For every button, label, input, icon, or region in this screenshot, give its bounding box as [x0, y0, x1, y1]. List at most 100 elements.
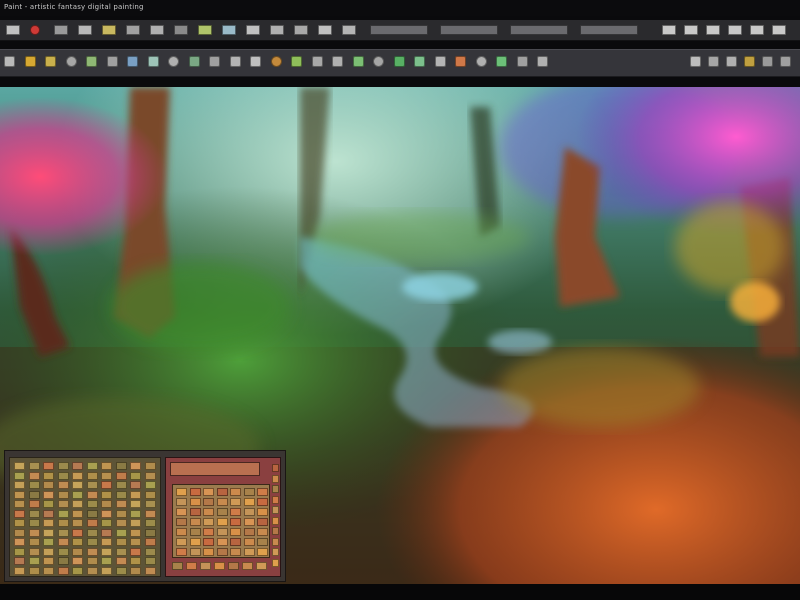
color-swatch[interactable] — [101, 519, 112, 527]
color-swatch[interactable] — [57, 538, 69, 546]
color-swatch[interactable] — [57, 509, 69, 518]
color-swatch[interactable] — [14, 557, 25, 565]
color-swatch[interactable] — [115, 500, 127, 508]
color-swatch[interactable] — [144, 509, 156, 518]
color-swatch[interactable] — [243, 538, 255, 546]
color-swatch[interactable] — [14, 509, 25, 518]
color-swatch[interactable] — [43, 481, 54, 489]
right-tool-button-5[interactable] — [762, 56, 773, 67]
menubar-right-button-2[interactable] — [684, 25, 698, 35]
color-swatch[interactable] — [14, 490, 25, 499]
tool-button-11[interactable] — [209, 56, 220, 67]
color-swatch[interactable] — [216, 508, 228, 516]
color-swatch[interactable] — [144, 528, 156, 537]
color-swatch[interactable] — [203, 518, 214, 526]
right-tool-button-2[interactable] — [708, 56, 719, 67]
color-swatch[interactable] — [230, 488, 241, 496]
menubar-button-15[interactable] — [342, 25, 356, 35]
color-swatch[interactable] — [242, 562, 253, 570]
color-swatch[interactable] — [257, 528, 268, 536]
tool-button-10[interactable] — [188, 56, 200, 67]
color-swatch[interactable] — [243, 528, 255, 536]
tool-button-17[interactable] — [332, 56, 343, 67]
color-swatch[interactable] — [130, 538, 141, 546]
color-swatch[interactable] — [257, 538, 268, 546]
menubar-field-2[interactable] — [440, 25, 498, 35]
color-swatch[interactable] — [101, 557, 112, 565]
color-swatch[interactable] — [14, 481, 25, 489]
tool-button-7[interactable] — [127, 56, 138, 67]
color-swatch[interactable] — [272, 548, 279, 556]
tool-button-3[interactable] — [45, 56, 56, 67]
menubar-button-8[interactable] — [174, 25, 188, 35]
color-swatch[interactable] — [228, 562, 239, 570]
color-swatch[interactable] — [230, 548, 241, 556]
color-swatch[interactable] — [144, 519, 156, 527]
color-swatch[interactable] — [43, 471, 54, 480]
color-swatch[interactable] — [72, 500, 83, 508]
color-swatch[interactable] — [57, 490, 69, 499]
color-swatch[interactable] — [243, 548, 255, 556]
color-swatch[interactable] — [57, 471, 69, 480]
color-swatch[interactable] — [28, 566, 40, 575]
menubar-button-6[interactable] — [126, 25, 140, 35]
color-swatch[interactable] — [43, 462, 54, 470]
color-swatch[interactable] — [28, 462, 40, 470]
color-swatch[interactable] — [272, 506, 279, 514]
menubar-button-12[interactable] — [270, 25, 284, 35]
color-swatch[interactable] — [28, 509, 40, 518]
color-swatch[interactable] — [216, 488, 228, 496]
color-swatch[interactable] — [101, 528, 112, 537]
tool-button-27[interactable] — [537, 56, 548, 67]
color-swatch[interactable] — [57, 528, 69, 537]
tool-button-12[interactable] — [229, 56, 241, 67]
color-swatch[interactable] — [257, 518, 268, 526]
menubar-field-3[interactable] — [510, 25, 568, 35]
color-swatch[interactable] — [101, 538, 112, 546]
color-swatch[interactable] — [144, 481, 156, 489]
menubar-right-button-3[interactable] — [706, 25, 720, 35]
color-swatch[interactable] — [214, 562, 225, 570]
menubar-button-14[interactable] — [318, 25, 332, 35]
color-swatch[interactable] — [28, 500, 40, 508]
color-swatch[interactable] — [101, 509, 112, 518]
color-swatch[interactable] — [28, 471, 40, 480]
tool-button-22[interactable] — [434, 56, 446, 67]
color-swatch[interactable] — [72, 490, 83, 499]
color-swatch[interactable] — [14, 547, 25, 556]
menubar-button-7[interactable] — [150, 25, 164, 35]
color-swatch[interactable] — [72, 528, 83, 537]
color-swatch[interactable] — [115, 481, 127, 489]
color-swatch[interactable] — [216, 518, 228, 526]
color-swatch[interactable] — [86, 509, 98, 518]
tool-button-23[interactable] — [455, 56, 466, 67]
color-swatch[interactable] — [144, 547, 156, 556]
color-swatch[interactable] — [86, 490, 98, 499]
color-swatch[interactable] — [144, 566, 156, 575]
color-swatch[interactable] — [72, 462, 83, 470]
color-swatch[interactable] — [230, 508, 241, 516]
tool-button-26[interactable] — [516, 56, 528, 67]
color-swatch[interactable] — [243, 488, 255, 496]
color-swatch[interactable] — [28, 528, 40, 537]
color-swatch[interactable] — [257, 508, 268, 516]
color-swatch[interactable] — [86, 528, 98, 537]
color-swatch[interactable] — [257, 498, 268, 506]
color-swatch[interactable] — [72, 481, 83, 489]
color-swatch[interactable] — [28, 557, 40, 565]
color-swatch[interactable] — [230, 518, 241, 526]
color-swatch[interactable] — [189, 488, 201, 496]
color-swatch[interactable] — [203, 498, 214, 506]
color-swatch[interactable] — [14, 519, 25, 527]
color-swatch[interactable] — [43, 547, 54, 556]
color-swatch[interactable] — [14, 566, 25, 575]
tool-button-8[interactable] — [147, 56, 159, 67]
color-swatch[interactable] — [115, 519, 127, 527]
color-swatch[interactable] — [216, 538, 228, 546]
tool-button-24[interactable] — [475, 56, 487, 67]
color-swatch[interactable] — [216, 528, 228, 536]
color-swatch[interactable] — [86, 481, 98, 489]
menubar-right-button-6[interactable] — [772, 25, 786, 35]
tool-button-9[interactable] — [168, 56, 179, 67]
color-swatch[interactable] — [43, 500, 54, 508]
